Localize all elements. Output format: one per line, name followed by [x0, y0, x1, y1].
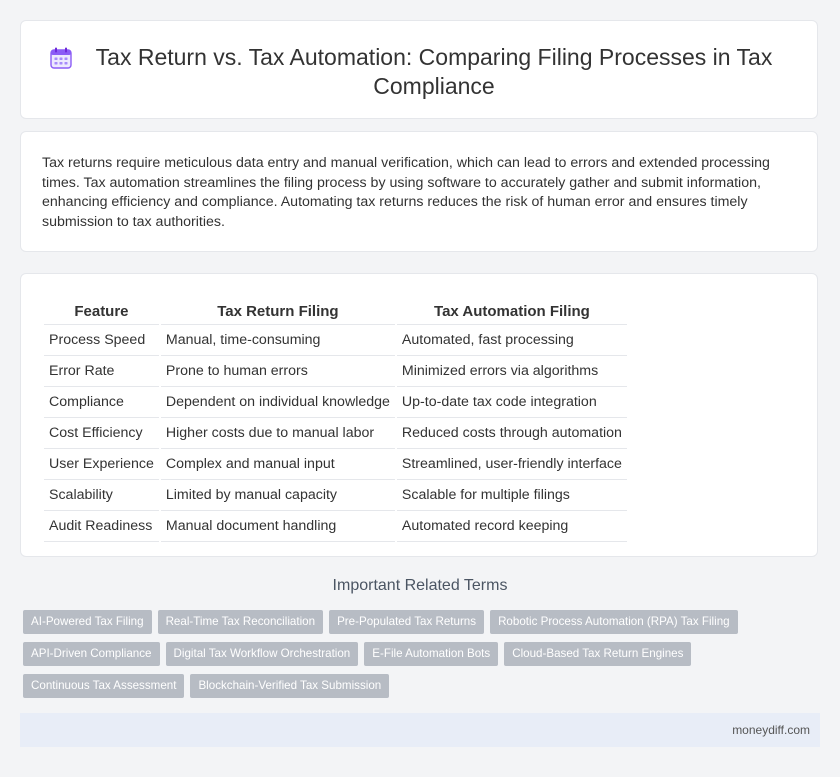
related-term-tag[interactable]: Digital Tax Workflow Orchestration — [165, 642, 359, 666]
table-cell: Error Rate — [44, 356, 159, 387]
table-cell: Scalable for multiple filings — [396, 480, 627, 511]
table-row: User Experience Complex and manual input… — [44, 449, 627, 480]
table-row: Scalability Limited by manual capacity S… — [44, 480, 627, 511]
title-card: Tax Return vs. Tax Automation: Comparing… — [20, 20, 818, 119]
footer-bar: moneydiff.com — [20, 713, 820, 747]
table-cell: Dependent on individual knowledge — [160, 387, 395, 418]
table-cell: Higher costs due to manual labor — [160, 418, 395, 449]
related-term-tag[interactable]: Real-Time Tax Reconciliation — [157, 610, 324, 634]
table-cell: Manual, time-consuming — [160, 325, 395, 356]
table-cell: Streamlined, user-friendly interface — [396, 449, 627, 480]
table-row: Compliance Dependent on individual knowl… — [44, 387, 627, 418]
related-term-tag[interactable]: Pre-Populated Tax Returns — [329, 610, 485, 634]
table-row: Error Rate Prone to human errors Minimiz… — [44, 356, 627, 387]
header-tax-automation-filing: Tax Automation Filing — [396, 294, 627, 325]
tag-row: AI-Powered Tax Filing Real-Time Tax Reco… — [23, 610, 813, 634]
table-cell: Complex and manual input — [160, 449, 395, 480]
related-term-tag[interactable]: Continuous Tax Assessment — [23, 674, 185, 698]
table-cell: Cost Efficiency — [44, 418, 159, 449]
related-term-tag[interactable]: Blockchain-Verified Tax Submission — [190, 674, 390, 698]
table-cell: Automated record keeping — [396, 511, 627, 542]
related-term-tag[interactable]: E-File Automation Bots — [364, 642, 499, 666]
tag-row: API-Driven Compliance Digital Tax Workfl… — [23, 642, 813, 666]
tag-row: Continuous Tax Assessment Blockchain-Ver… — [23, 674, 813, 698]
table-row: Audit Readiness Manual document handling… — [44, 511, 627, 542]
table-cell: Minimized errors via algorithms — [396, 356, 627, 387]
header-feature: Feature — [44, 294, 159, 325]
table-cell: Up-to-date tax code integration — [396, 387, 627, 418]
table-cell: Limited by manual capacity — [160, 480, 395, 511]
header-tax-return-filing: Tax Return Filing — [160, 294, 395, 325]
table-cell: Compliance — [44, 387, 159, 418]
related-terms-heading: Important Related Terms — [332, 577, 508, 594]
page-title: Tax Return vs. Tax Automation: Comparing… — [95, 44, 773, 99]
table-cell: Manual document handling — [160, 511, 395, 542]
comparison-table: Feature Tax Return Filing Tax Automation… — [42, 294, 629, 542]
related-term-tag[interactable]: Robotic Process Automation (RPA) Tax Fil… — [490, 610, 738, 634]
intro-card: Tax returns require meticulous data entr… — [20, 131, 818, 252]
table-cell: Prone to human errors — [160, 356, 395, 387]
table-row: Cost Efficiency Higher costs due to manu… — [44, 418, 627, 449]
related-term-tag[interactable]: Cloud-Based Tax Return Engines — [504, 642, 692, 666]
comparison-card: Feature Tax Return Filing Tax Automation… — [20, 273, 818, 557]
table-cell: Audit Readiness — [44, 511, 159, 542]
table-cell: User Experience — [44, 449, 159, 480]
table-cell: Process Speed — [44, 325, 159, 356]
related-term-tag[interactable]: AI-Powered Tax Filing — [23, 610, 152, 634]
related-terms-list: AI-Powered Tax Filing Real-Time Tax Reco… — [23, 610, 813, 706]
table-header-row: Feature Tax Return Filing Tax Automation… — [44, 294, 627, 325]
table-cell: Reduced costs through automation — [396, 418, 627, 449]
table-cell: Scalability — [44, 480, 159, 511]
table-row: Process Speed Manual, time-consuming Aut… — [44, 325, 627, 356]
intro-paragraph: Tax returns require meticulous data entr… — [42, 155, 770, 230]
related-term-tag[interactable]: API-Driven Compliance — [23, 642, 160, 666]
footer-site-link[interactable]: moneydiff.com — [732, 723, 810, 737]
table-cell: Automated, fast processing — [396, 325, 627, 356]
